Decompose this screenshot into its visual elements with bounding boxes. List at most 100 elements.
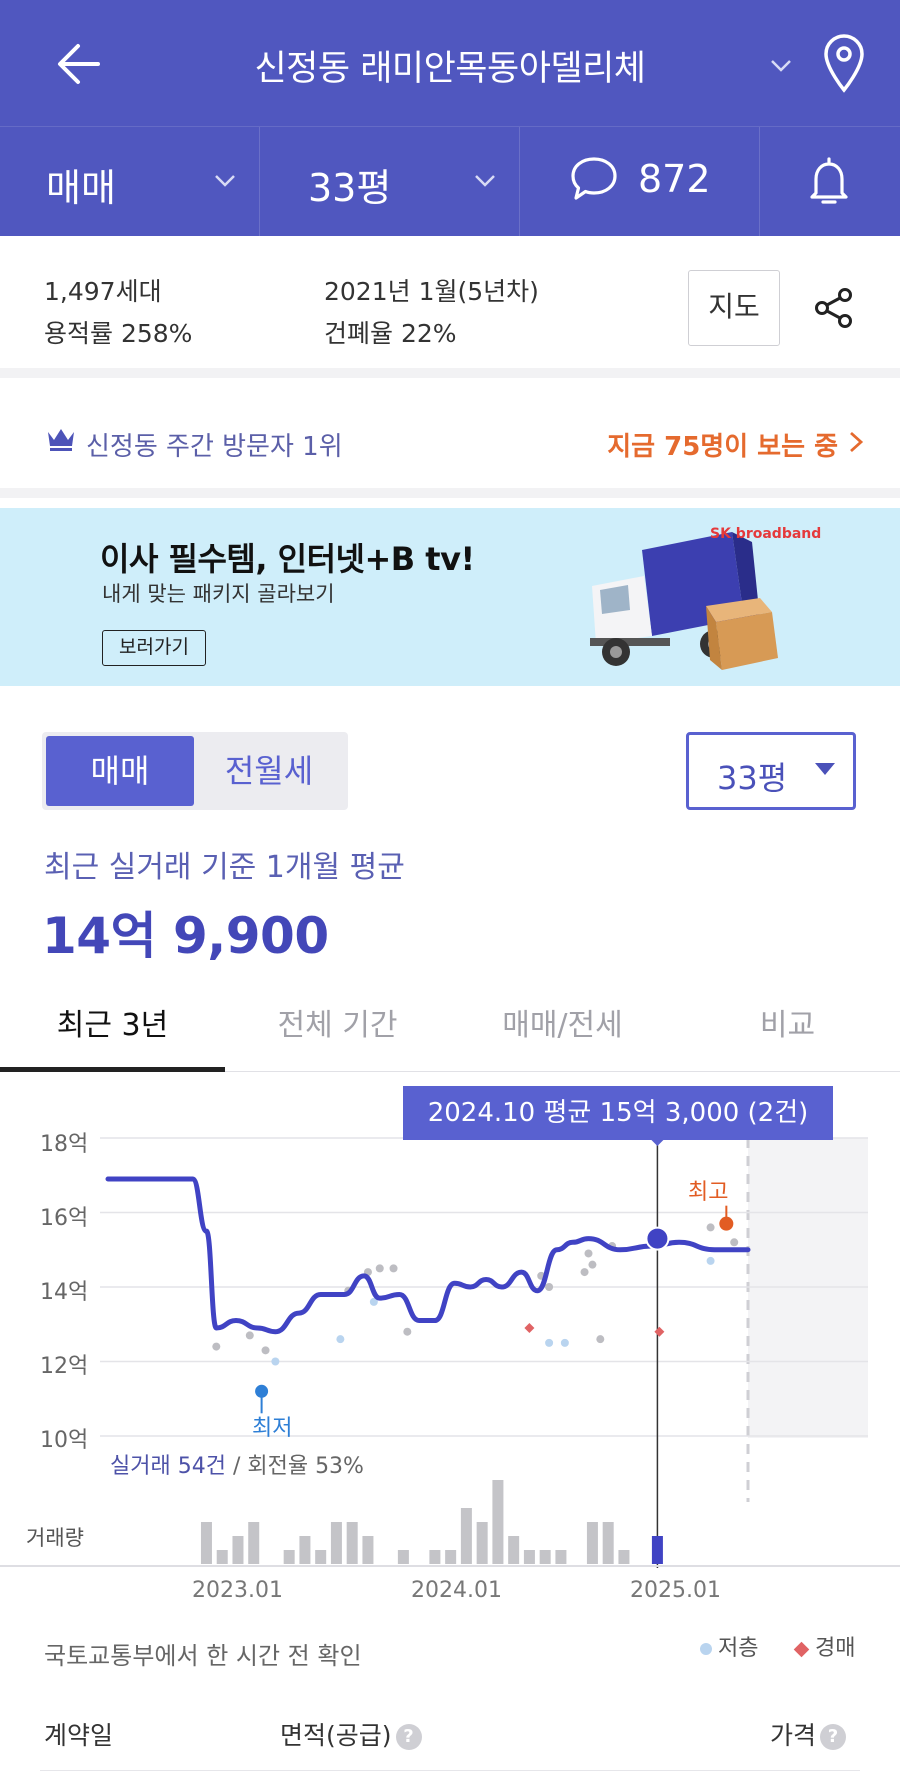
price-chart[interactable]: 18억 16억 14억 12억 10억 2024.10 평균 15억 3,000… bbox=[0, 1072, 900, 1603]
volume-bar bbox=[232, 1536, 244, 1564]
col-price[interactable]: 가격? bbox=[770, 1716, 847, 1752]
volume-bar bbox=[315, 1550, 327, 1564]
tab-compare[interactable]: 비교 bbox=[675, 1000, 900, 1044]
col-area-label: 면적(공급) bbox=[280, 1721, 392, 1750]
notification-button[interactable] bbox=[760, 127, 900, 237]
tab-sale-jeonse[interactable]: 매매/전세 bbox=[450, 1000, 675, 1044]
auction-point bbox=[654, 1326, 665, 1337]
toggle-sale[interactable]: 매매 bbox=[46, 736, 194, 806]
col-area[interactable]: 면적(공급)? bbox=[280, 1716, 422, 1752]
y-tick-label: 10억 bbox=[40, 1428, 89, 1453]
comment-count: 872 bbox=[638, 157, 711, 201]
volume-bar bbox=[492, 1480, 504, 1564]
data-source-note: 국토교통부에서 한 시간 전 확인 bbox=[44, 1642, 362, 1670]
volume-bar bbox=[618, 1550, 630, 1564]
deal-toggle: 매매 전월세 bbox=[42, 732, 348, 810]
y-tick-label: 16억 bbox=[40, 1206, 89, 1231]
min-marker-dot bbox=[255, 1384, 269, 1398]
max-marker-dot bbox=[719, 1216, 734, 1231]
trade-point bbox=[261, 1346, 270, 1355]
viewing-now-text[interactable]: 지금 75명이 보는 중 bbox=[607, 426, 838, 463]
map-button[interactable]: 지도 bbox=[688, 270, 780, 346]
future-region bbox=[748, 1138, 868, 1438]
legend-auction: 경매 bbox=[793, 1630, 856, 1662]
trade-point bbox=[588, 1260, 597, 1269]
trade-point bbox=[375, 1264, 384, 1273]
trade-point bbox=[245, 1331, 254, 1340]
y-tick-label: 12억 bbox=[40, 1354, 89, 1379]
volume-bar bbox=[397, 1550, 409, 1564]
legend-low-label: 저층 bbox=[718, 1636, 759, 1661]
help-icon[interactable]: ? bbox=[395, 1724, 422, 1750]
trade-point bbox=[403, 1327, 412, 1336]
volume-bar bbox=[476, 1522, 488, 1564]
building-coverage: 건폐율 22% bbox=[324, 319, 457, 348]
app-header: 신정동 래미안목동아델리체 매매 33평 872 bbox=[0, 0, 900, 237]
help-icon[interactable]: ? bbox=[820, 1724, 847, 1750]
volume-bar bbox=[362, 1536, 374, 1564]
size-select[interactable]: 33평 bbox=[260, 127, 520, 237]
x-tick-label: 2024.01 bbox=[411, 1578, 502, 1603]
tab-recent-3y[interactable]: 최근 3년 bbox=[0, 1000, 225, 1044]
volume-bar bbox=[508, 1536, 520, 1564]
volume-bar bbox=[330, 1522, 342, 1564]
trade-point bbox=[706, 1223, 715, 1232]
share-icon[interactable] bbox=[812, 286, 856, 330]
highlight-dot bbox=[645, 1226, 670, 1251]
col-contract-date[interactable]: 계약일 bbox=[44, 1716, 113, 1752]
volume-bar bbox=[539, 1550, 551, 1564]
crown-icon bbox=[48, 429, 74, 451]
y-tick-label: 14억 bbox=[40, 1280, 89, 1305]
households: 1,497세대 bbox=[44, 277, 162, 306]
price-series-line bbox=[105, 1176, 751, 1335]
table-divider bbox=[40, 1770, 860, 1771]
transaction-count: 실거래 54건 bbox=[110, 1454, 226, 1479]
low-floor-point bbox=[336, 1335, 345, 1344]
built-date: 2021년 1월(5년차) bbox=[324, 277, 539, 306]
col-price-label: 가격 bbox=[770, 1721, 817, 1750]
complex-info-panel: 1,497세대 용적률 258% 2021년 1월(5년차) 건폐율 22% 지… bbox=[0, 236, 900, 378]
chart-size-select[interactable]: 33평 bbox=[686, 732, 856, 810]
visitor-rank-text: 신정동 주간 방문자 1위 bbox=[86, 432, 343, 462]
x-tick-label: 2023.01 bbox=[192, 1578, 283, 1603]
volume-bar bbox=[555, 1550, 567, 1564]
min-price-label: 최저 bbox=[252, 1416, 293, 1441]
legend-auction-label: 경매 bbox=[815, 1636, 856, 1661]
volume-bar bbox=[429, 1550, 441, 1564]
max-price-label: 최고 bbox=[688, 1180, 729, 1205]
header-filter-bar: 매매 33평 872 bbox=[0, 126, 900, 237]
low-floor-point bbox=[706, 1256, 715, 1265]
volume-bar-highlight bbox=[651, 1536, 663, 1564]
volume-bar bbox=[460, 1508, 472, 1564]
banner-headline: 이사 필수템, 인터넷+B tv! bbox=[100, 540, 475, 578]
chevron-down-icon bbox=[475, 175, 495, 187]
low-floor-point bbox=[560, 1338, 569, 1347]
location-pin-icon[interactable] bbox=[818, 30, 870, 94]
y-tick-label: 18억 bbox=[40, 1132, 89, 1157]
volume-label: 거래량 bbox=[26, 1526, 84, 1550]
period-tabs: 최근 3년 전체 기간 매매/전세 비교 bbox=[0, 982, 900, 1072]
volume-bar bbox=[299, 1536, 311, 1564]
chart-tooltip: 2024.10 평균 15억 3,000 (2건) bbox=[403, 1086, 833, 1140]
toggle-rent[interactable]: 전월세 bbox=[194, 736, 344, 806]
volume-bar bbox=[200, 1522, 212, 1564]
speech-bubble-icon bbox=[571, 157, 617, 200]
volume-bar bbox=[523, 1550, 535, 1564]
average-price-value: 14억 9,900 bbox=[42, 907, 329, 965]
banner-view-button[interactable]: 보러가기 bbox=[102, 630, 206, 666]
chevron-right-icon bbox=[850, 431, 864, 453]
chevron-down-icon[interactable] bbox=[764, 48, 798, 82]
comments-button[interactable]: 872 bbox=[520, 127, 760, 237]
low-floor-point bbox=[545, 1338, 554, 1347]
low-floor-dot-icon bbox=[700, 1643, 712, 1655]
volume-bar bbox=[445, 1550, 457, 1564]
tab-all-period[interactable]: 전체 기간 bbox=[225, 1000, 450, 1044]
ad-banner[interactable]: 이사 필수템, 인터넷+B tv! 내게 맞는 패키지 골라보기 보러가기 SK… bbox=[0, 508, 900, 686]
deal-type-select[interactable]: 매매 bbox=[0, 127, 260, 237]
trade-point bbox=[545, 1283, 554, 1291]
volume-bar bbox=[346, 1522, 358, 1564]
trade-point bbox=[212, 1342, 221, 1351]
delivery-truck-illustration bbox=[590, 532, 778, 670]
trade-point bbox=[389, 1264, 398, 1273]
visitor-rank-bar[interactable]: 신정동 주간 방문자 1위 지금 75명이 보는 중 bbox=[0, 388, 900, 498]
